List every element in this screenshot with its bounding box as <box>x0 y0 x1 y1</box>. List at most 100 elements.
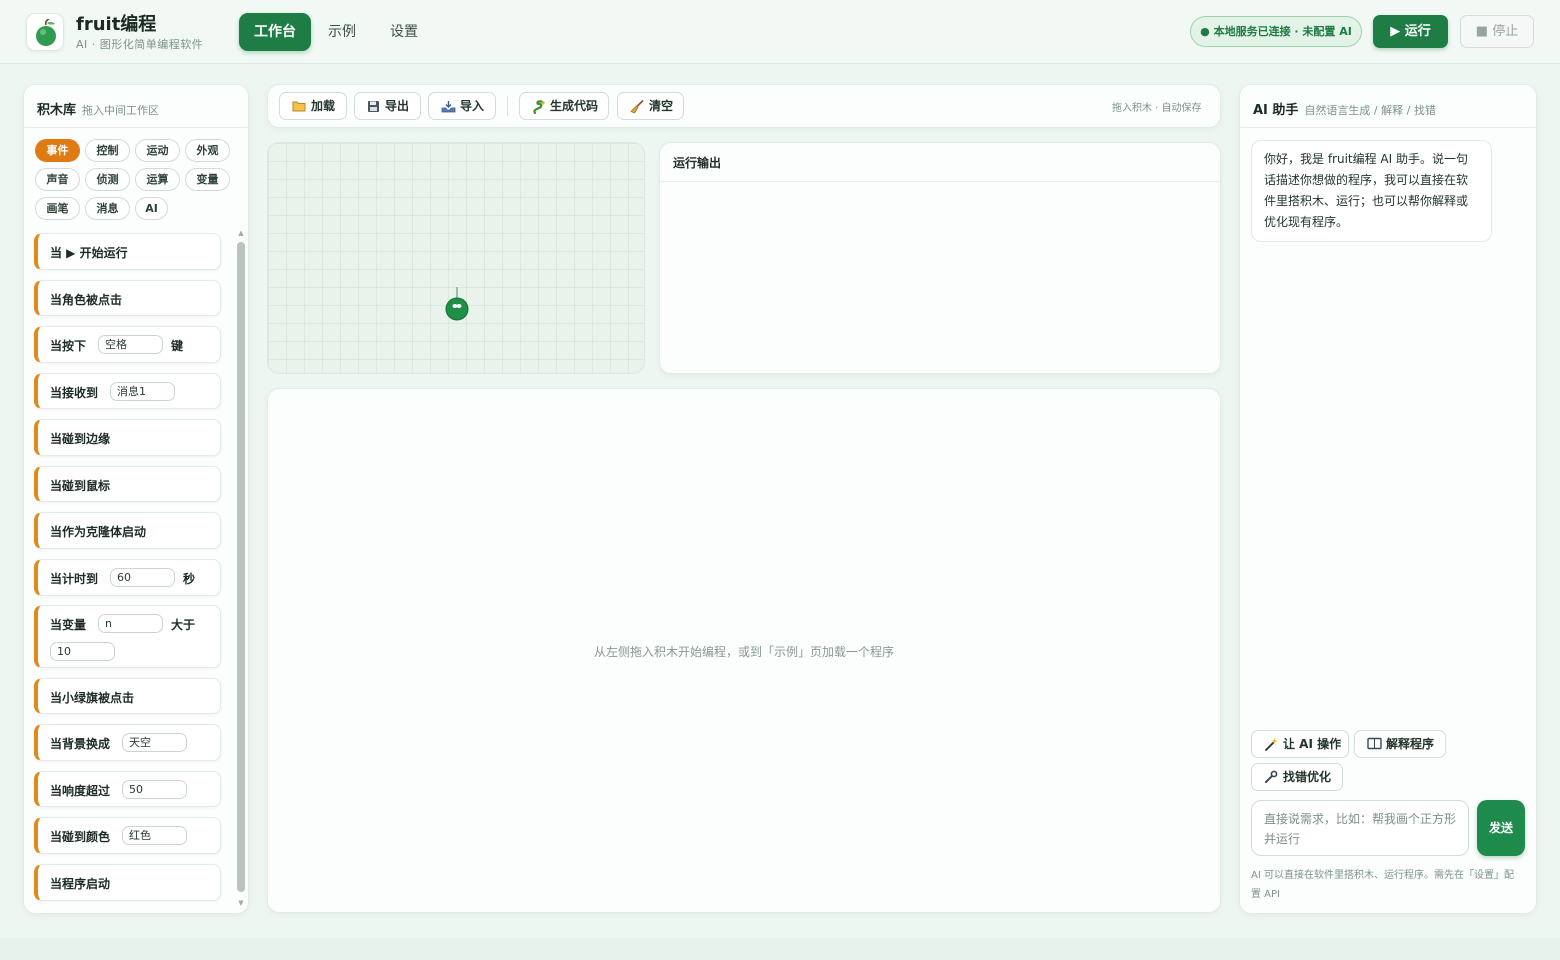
block-label: 当 ▶ 开始运行 <box>50 246 128 260</box>
explain-program-button[interactable]: 解释程序 <box>1354 730 1446 758</box>
category-motion[interactable]: 运动 <box>135 139 180 162</box>
bottom-status-bar <box>0 938 1560 960</box>
import-button[interactable]: 导入 <box>428 92 496 120</box>
block-when-touch-edge[interactable]: 当碰到边缘 <box>34 419 221 456</box>
book-icon <box>1367 737 1382 750</box>
block-label: 当作为克隆体启动 <box>50 525 147 539</box>
generate-code-button[interactable]: 生成代码 <box>519 92 609 120</box>
explain-program-label: 解释程序 <box>1386 737 1435 751</box>
category-events[interactable]: 事件 <box>35 139 80 162</box>
block-when-touch-mouse[interactable]: 当碰到鼠标 <box>34 466 221 502</box>
category-sound[interactable]: 声音 <box>35 168 80 191</box>
toolbar-separator <box>507 96 508 116</box>
app-subtitle: AI · 图形化简单编程软件 <box>76 38 204 51</box>
category-ai[interactable]: AI <box>135 197 168 220</box>
ai-prompt-input[interactable]: 直接说需求，比如：帮我画个正方形并运行 <box>1251 800 1469 856</box>
block-label: 当碰到颜色 <box>50 830 111 844</box>
category-variables[interactable]: 变量 <box>185 168 230 191</box>
ai-footnote: AI 可以直接在软件里搭积木、运行程序。需先在「设置」配置 API <box>1251 870 1514 900</box>
ai-hint: 自然语言生成 / 解释 / 找错 <box>1304 104 1436 117</box>
key-input[interactable]: 空格 <box>98 335 163 354</box>
backdrop-input[interactable]: 天空 <box>122 733 187 752</box>
block-label: 当接收到 <box>50 386 99 400</box>
clear-label: 清空 <box>649 99 674 113</box>
library-title-text: 积木库 <box>37 103 77 118</box>
block-label: 当程序启动 <box>50 877 111 891</box>
block-when-flag-clicked[interactable]: 当小绿旗被点击 <box>34 678 221 714</box>
block-when-timer[interactable]: 当计时到 60 秒 <box>34 559 221 596</box>
loudness-input[interactable]: 50 <box>122 780 187 799</box>
broom-icon <box>630 100 644 114</box>
import-label: 导入 <box>460 99 485 113</box>
debug-optimize-button[interactable]: 找错优化 <box>1251 763 1343 791</box>
block-label: 当按下 <box>50 339 87 353</box>
block-when-clone-start[interactable]: 当作为克隆体启动 <box>34 512 221 549</box>
block-when-key-pressed[interactable]: 当按下 空格 键 <box>34 326 221 363</box>
block-when-receive[interactable]: 当接收到 消息1 <box>34 373 221 409</box>
tab-settings[interactable]: 设置 <box>376 13 432 51</box>
run-button[interactable]: ▶ 运行 <box>1373 15 1448 48</box>
clear-button[interactable]: 清空 <box>617 92 684 120</box>
category-operators[interactable]: 运算 <box>135 168 180 191</box>
stop-button[interactable]: ■ 停止 <box>1460 15 1534 48</box>
category-pen[interactable]: 画笔 <box>35 197 80 220</box>
block-when-start[interactable]: 当 ▶ 开始运行 <box>34 233 221 270</box>
block-label: 当碰到边缘 <box>50 432 111 446</box>
category-control[interactable]: 控制 <box>85 139 130 162</box>
block-when-backdrop[interactable]: 当背景换成 天空 <box>34 724 221 761</box>
stage-canvas[interactable] <box>267 142 645 374</box>
block-label: 当小绿旗被点击 <box>50 691 135 705</box>
variable-input[interactable]: n <box>98 614 163 633</box>
library-hint: 拖入中间工作区 <box>82 104 160 117</box>
message-input[interactable]: 消息1 <box>110 382 175 401</box>
ai-title-text: AI 助手 <box>1253 103 1299 118</box>
scroll-up-arrow[interactable]: ▲ <box>237 229 245 237</box>
threshold-input[interactable]: 10 <box>50 642 115 661</box>
ai-greeting-message: 你好，我是 fruit编程 AI 助手。说一句话描述你想做的程序，我可以直接在软… <box>1251 140 1492 242</box>
block-when-program-start[interactable]: 当程序启动 <box>34 864 221 901</box>
autosave-hint: 拖入积木 · 自动保存 <box>1112 103 1202 114</box>
output-panel <box>659 142 1221 374</box>
block-label: 键 <box>171 339 184 353</box>
tab-examples[interactable]: 示例 <box>314 13 370 51</box>
send-button[interactable]: 发送 <box>1477 800 1525 856</box>
library-title: 积木库 拖入中间工作区 <box>37 99 159 118</box>
ai-operate-button[interactable]: 让 AI 操作 <box>1251 730 1349 758</box>
ai-operate-label: 让 AI 操作 <box>1283 737 1342 751</box>
color-input[interactable]: 红色 <box>122 826 187 845</box>
apple-sprite-icon[interactable] <box>442 285 472 325</box>
load-button[interactable]: 加载 <box>279 92 347 120</box>
ai-title: AI 助手 自然语言生成 / 解释 / 找错 <box>1253 99 1436 118</box>
block-when-variable-greater[interactable]: 当变量 n 大于 10 <box>34 605 221 668</box>
block-when-sprite-clicked[interactable]: 当角色被点击 <box>34 280 221 316</box>
tab-workbench[interactable]: 工作台 <box>239 13 311 51</box>
ai-divider <box>1240 127 1536 128</box>
wrench-icon <box>1265 770 1278 783</box>
generate-code-label: 生成代码 <box>550 99 599 113</box>
library-scrollbar[interactable] <box>237 242 245 892</box>
connection-status-badge: ● 本地服务已连接 · 未配置 AI <box>1190 16 1362 47</box>
block-label: 当碰到鼠标 <box>50 479 111 493</box>
block-label: 当角色被点击 <box>50 293 123 307</box>
category-looks[interactable]: 外观 <box>185 139 230 162</box>
block-when-loudness[interactable]: 当响度超过 50 <box>34 771 221 807</box>
block-label: 当变量 <box>50 618 87 632</box>
export-button[interactable]: 导出 <box>354 92 421 120</box>
inbox-tray-icon <box>441 101 456 113</box>
top-header: fruit编程 AI · 图形化简单编程软件 工作台 示例 设置 ● 本地服务已… <box>0 0 1560 64</box>
block-when-touch-color[interactable]: 当碰到颜色 红色 <box>34 817 221 854</box>
app-name: fruit编程 <box>76 14 157 35</box>
timer-input[interactable]: 60 <box>110 568 175 587</box>
scroll-down-arrow[interactable]: ▼ <box>237 899 245 907</box>
category-sensing[interactable]: 侦测 <box>85 168 130 191</box>
block-label: 当计时到 <box>50 572 99 586</box>
library-divider <box>24 127 248 128</box>
block-label: 当背景换成 <box>50 737 111 751</box>
category-messages[interactable]: 消息 <box>85 197 130 220</box>
block-label: 大于 <box>171 618 196 632</box>
snake-icon <box>533 100 545 114</box>
apple-logo-icon <box>36 19 56 46</box>
save-icon <box>368 101 379 112</box>
magic-wand-icon <box>1265 738 1278 751</box>
app-logo <box>26 13 64 51</box>
